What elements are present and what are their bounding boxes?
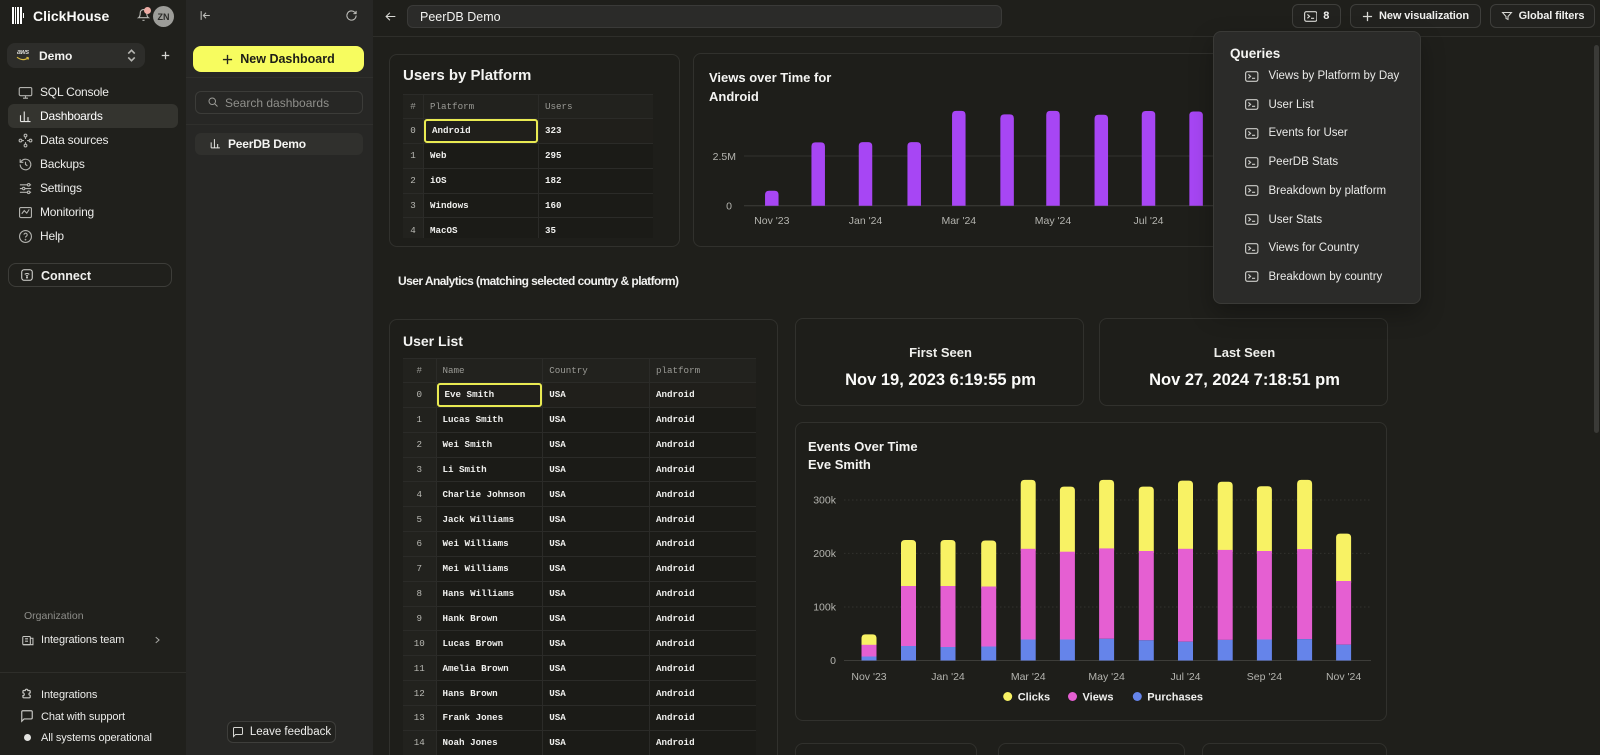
svg-text:Nov '23: Nov '23 [851, 671, 886, 683]
svg-text:Mar '24: Mar '24 [941, 215, 976, 227]
svg-text:0: 0 [830, 655, 836, 667]
svg-text:Nov '24: Nov '24 [1326, 671, 1361, 683]
svg-text:Jan '24: Jan '24 [849, 215, 883, 227]
svg-text:Jul '24: Jul '24 [1133, 215, 1163, 227]
svg-text:May '24: May '24 [1088, 671, 1125, 683]
svg-text:May '24: May '24 [1035, 215, 1072, 227]
svg-text:Sep '24: Sep '24 [1247, 671, 1282, 683]
svg-text:Views: Views [1083, 692, 1114, 704]
svg-text:Purchases: Purchases [1147, 692, 1203, 704]
svg-text:Mar '24: Mar '24 [1011, 671, 1046, 683]
svg-text:Jan '24: Jan '24 [931, 671, 965, 683]
svg-text:Jul '24: Jul '24 [1170, 671, 1200, 683]
svg-text:200k: 200k [813, 548, 837, 560]
svg-text:300k: 300k [813, 495, 837, 507]
svg-text:100k: 100k [813, 602, 837, 614]
svg-text:2.5M: 2.5M [713, 151, 736, 163]
svg-text:Clicks: Clicks [1018, 692, 1050, 704]
svg-text:0: 0 [726, 201, 732, 213]
svg-text:Nov '23: Nov '23 [754, 215, 789, 227]
